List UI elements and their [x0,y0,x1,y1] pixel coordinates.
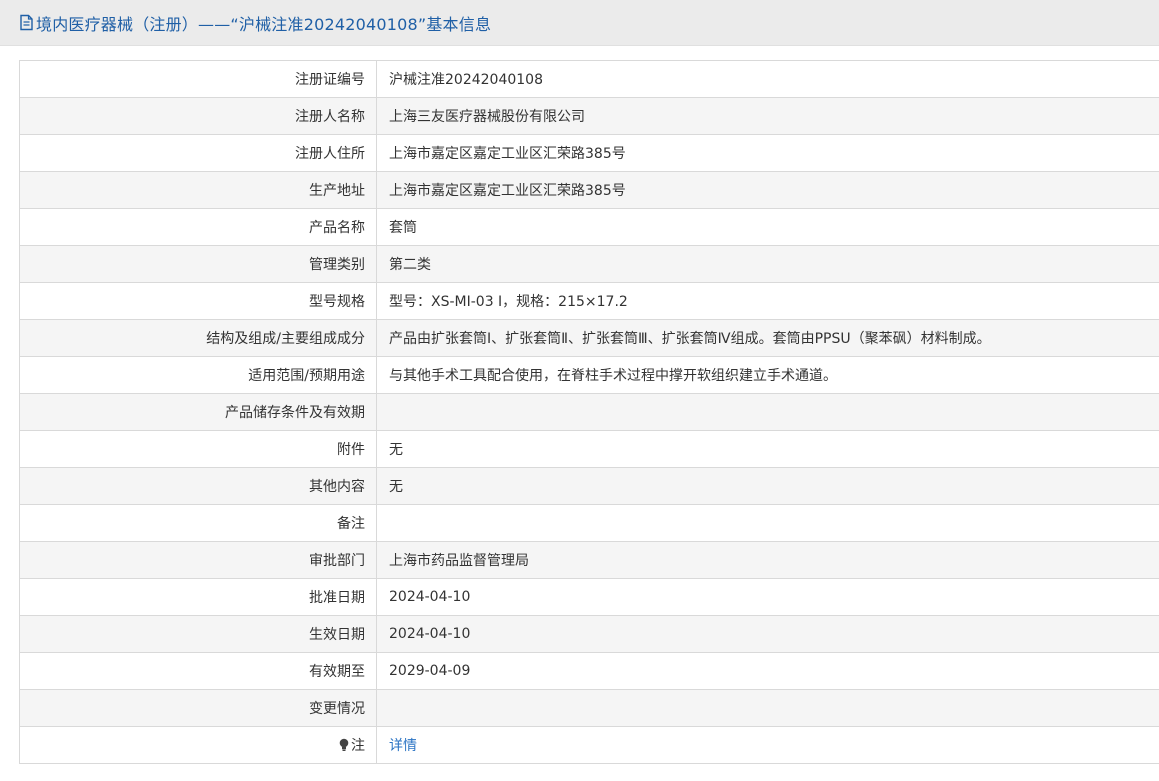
table-row: 备注 [19,504,1159,542]
table-row: 注册人住所 上海市嘉定区嘉定工业区汇荣路385号 [19,134,1159,172]
row-label: 产品名称 [19,208,377,246]
page: 境内医疗器械（注册）——“沪械注准20242040108”基本信息 注册证编号沪… [0,0,1159,781]
row-label: 生产地址 [19,171,377,209]
row-value: 上海三友医疗器械股份有限公司 [376,97,1159,135]
table-row: 注册人名称 上海三友医疗器械股份有限公司 [19,97,1159,135]
table-row: 产品名称 套筒 [19,208,1159,246]
row-label: 注册人名称 [19,97,377,135]
row-value: 上海市药品监督管理局 [376,541,1159,579]
row-label-note: 注 [19,726,377,764]
row-label: 结构及组成/主要组成成分 [19,319,377,357]
table-row: 产品储存条件及有效期 [19,393,1159,431]
info-table-container: 注册证编号 沪械注准20242040108 注册人名称 上海三友医疗器械股份有限公司注… [19,60,1159,764]
table-row: 型号规格 型号：XS-MI-03 I，规格：215×17.2 [19,282,1159,320]
table-row: 变更情况 [19,689,1159,727]
table-row: 管理类别 第二类 [19,245,1159,283]
row-label: 附件 [19,430,377,468]
row-value: 2029-04-09 [376,652,1159,690]
row-label: 管理类别 [19,245,377,283]
table-row: 审批部门 上海市药品监督管理局 [19,541,1159,579]
row-label: 审批部门 [19,541,377,579]
table-row: 有效期至 2029-04-09 [19,652,1159,690]
row-value: 2024-04-10 [376,578,1159,616]
row-value: 无 [376,467,1159,505]
row-label: 型号规格 [19,282,377,320]
page-title: 境内医疗器械（注册）——“沪械注准20242040108”基本信息 [36,14,492,34]
table-row: 适用范围/预期用途 与其他手术工具配合使用，在脊柱手术过程中撑开软组织建立手术通道… [19,356,1159,394]
row-value [376,504,1159,542]
row-label: 产品储存条件及有效期 [19,393,377,431]
row-value: 型号：XS-MI-03 I，规格：215×17.2 [376,282,1159,320]
row-value: 2024-04-10 [376,615,1159,653]
table-row: 注册证编号 沪械注准20242040108 [19,60,1159,98]
table-row-note: 注 详情 [19,726,1159,764]
row-value: 套筒 [376,208,1159,246]
row-label: 变更情况 [19,689,377,727]
row-label: 生效日期 [19,615,377,653]
row-value [376,393,1159,431]
lightbulb-icon [338,738,350,752]
info-table: 注册证编号 沪械注准20242040108 注册人名称 上海三友医疗器械股份有限公司注… [19,60,1159,764]
row-label: 备注 [19,504,377,542]
note-label: 注 [351,738,365,754]
table-row: 生产地址 上海市嘉定区嘉定工业区汇荣路385号 [19,171,1159,209]
row-label: 批准日期 [19,578,377,616]
row-value: 沪械注准20242040108 [376,60,1159,98]
row-value: 无 [376,430,1159,468]
row-label: 适用范围/预期用途 [19,356,377,394]
row-value: 与其他手术工具配合使用，在脊柱手术过程中撑开软组织建立手术通道。 [376,356,1159,394]
row-value: 产品由扩张套筒Ⅰ、扩张套筒Ⅱ、扩张套筒Ⅲ、扩张套筒Ⅳ组成。套筒由PPSU（聚苯砜… [376,319,1159,357]
document-icon [18,14,34,32]
row-value: 第二类 [376,245,1159,283]
row-label: 注册人住所 [19,134,377,172]
details-link[interactable]: 详情 [389,738,417,754]
page-header: 境内医疗器械（注册）——“沪械注准20242040108”基本信息 [0,0,1159,46]
row-value: 上海市嘉定区嘉定工业区汇荣路385号 [376,134,1159,172]
row-value: 上海市嘉定区嘉定工业区汇荣路385号 [376,171,1159,209]
table-row: 结构及组成/主要组成成分 产品由扩张套筒Ⅰ、扩张套筒Ⅱ、扩张套筒Ⅲ、扩张套筒Ⅳ组成… [19,319,1159,357]
row-label: 注册证编号 [19,60,377,98]
row-label: 其他内容 [19,467,377,505]
table-row: 生效日期 2024-04-10 [19,615,1159,653]
row-label: 有效期至 [19,652,377,690]
row-value [376,689,1159,727]
table-row: 批准日期 2024-04-10 [19,578,1159,616]
row-value-note: 详情 [376,726,1159,764]
table-row: 其他内容无 [19,467,1159,505]
table-row: 附件无 [19,430,1159,468]
